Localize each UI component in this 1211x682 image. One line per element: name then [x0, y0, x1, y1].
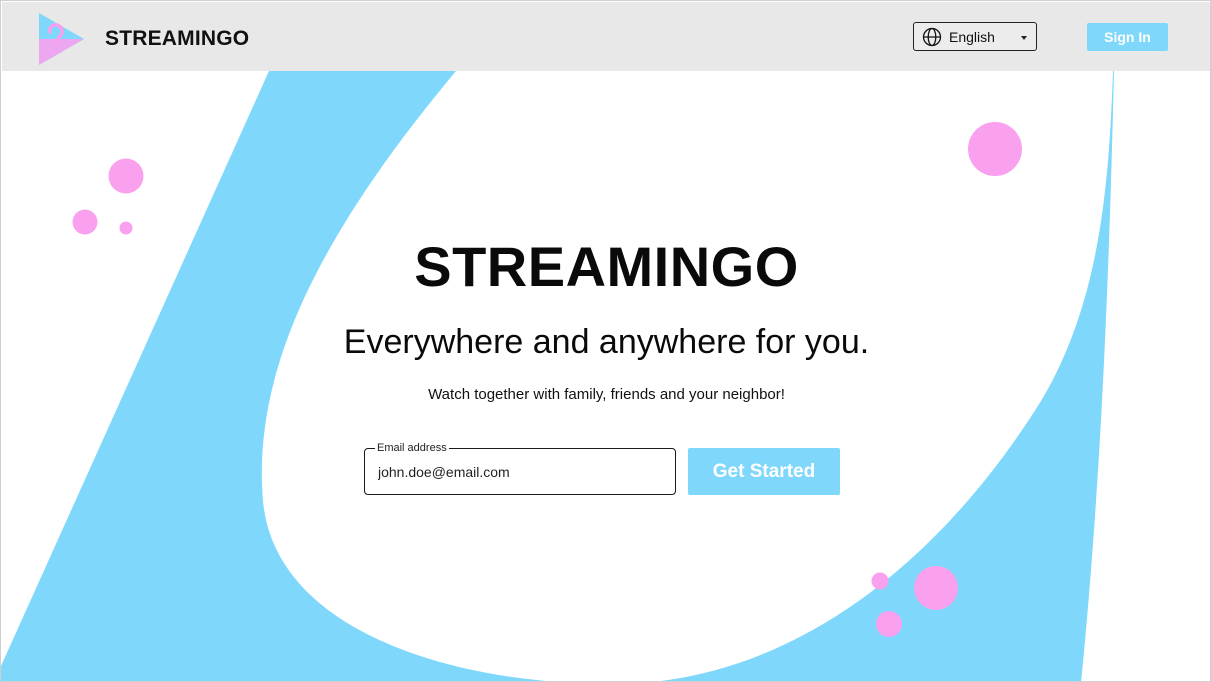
language-select[interactable]: English [913, 22, 1037, 51]
hero-title: STREAMINGO [414, 235, 799, 298]
email-field[interactable]: Email address [364, 441, 676, 495]
language-select-value: English [949, 28, 995, 45]
top-nav-bar: STREAMINGO English Sign In [2, 2, 1210, 71]
hero-subtitle: Everywhere and anywhere for you. [343, 323, 870, 361]
hero-tagline: Watch together with family, friends and … [428, 386, 785, 403]
sign-in-button[interactable]: Sign In [1087, 23, 1168, 51]
pink-bubble [968, 122, 1022, 176]
caret-down-icon [1021, 36, 1027, 40]
email-field-label: Email address [375, 441, 449, 455]
pink-bubble [119, 221, 133, 235]
pink-bubble [72, 209, 98, 235]
email-input[interactable] [378, 462, 658, 482]
pink-bubble [108, 158, 144, 194]
pink-bubble [871, 572, 889, 590]
globe-icon [922, 27, 942, 46]
pink-bubble [914, 566, 958, 610]
play-triangle-logo-icon[interactable] [36, 12, 86, 66]
pink-bubble [876, 611, 902, 637]
brand-name: STREAMINGO [105, 27, 250, 50]
landing-page: STREAMINGO English Sign In STREAMINGO Ev… [0, 0, 1211, 682]
get-started-button[interactable]: Get Started [688, 448, 840, 495]
